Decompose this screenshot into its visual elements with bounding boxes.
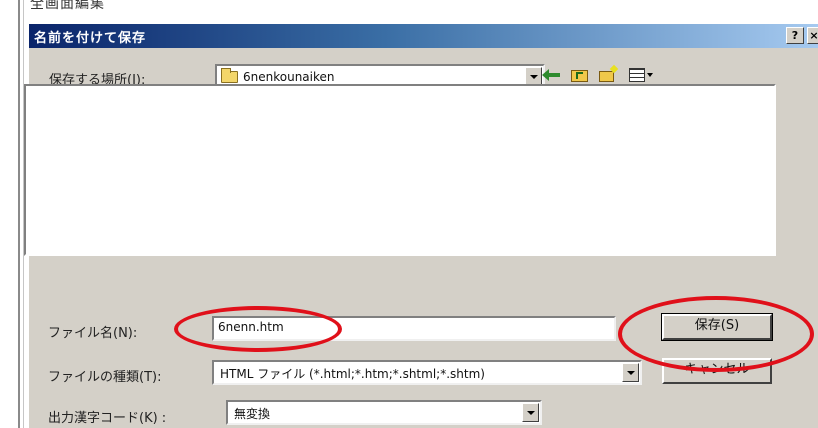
close-button[interactable]: × [807, 27, 818, 44]
filetype-value: HTML ファイル (*.html;*.htm;*.shtml;*.shtm) [220, 367, 485, 381]
back-arrow-icon[interactable] [542, 66, 562, 84]
chevron-down-icon[interactable] [522, 403, 539, 422]
new-folder-icon[interactable] [598, 64, 619, 84]
dialog-titlebar[interactable]: 名前を付けて保存 ? × [29, 24, 818, 48]
parent-window-border [18, 0, 20, 428]
view-menu-icon[interactable] [628, 66, 654, 84]
chevron-down-icon[interactable] [622, 363, 639, 382]
filetype-label: ファイルの種類(T): [48, 370, 162, 385]
up-folder-icon[interactable] [570, 66, 590, 84]
dialog-title: 名前を付けて保存 [34, 31, 147, 46]
folder-icon [221, 68, 238, 83]
encoding-combo[interactable]: 無変換 [226, 400, 542, 425]
parent-window-title: 全画面編集 [30, 0, 105, 12]
filename-highlight-circle [174, 306, 342, 352]
filename-label: ファイル名(N): [48, 326, 138, 341]
encoding-value: 無変換 [234, 407, 271, 421]
location-value: 6nenkounaiken [243, 70, 335, 84]
help-button[interactable]: ? [786, 27, 804, 44]
filetype-combo[interactable]: HTML ファイル (*.html;*.htm;*.shtml;*.shtm) [212, 360, 642, 385]
save-button-highlight-circle [618, 296, 814, 372]
encoding-label: 出力漢字コード(K) : [48, 411, 167, 426]
file-list-pane[interactable] [24, 84, 776, 256]
